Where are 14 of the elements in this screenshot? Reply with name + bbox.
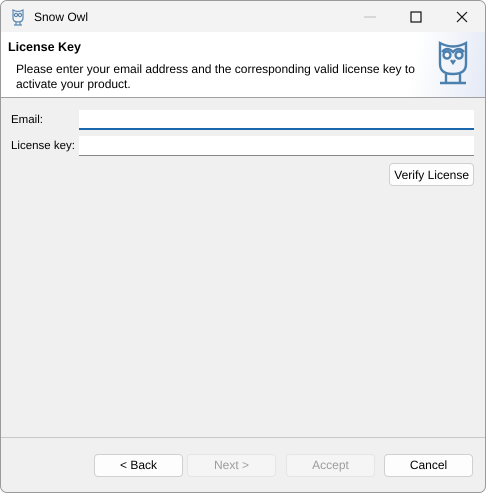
- close-icon[interactable]: [456, 10, 468, 22]
- verify-license-button[interactable]: Verify License: [389, 163, 474, 186]
- maximize-icon[interactable]: [410, 10, 422, 22]
- field-label: Email:: [11, 114, 44, 126]
- owl-icon: [437, 40, 469, 86]
- cancel-button[interactable]: Cancel: [384, 454, 473, 476]
- input-field[interactable]: [79, 110, 474, 130]
- field-label: License key:: [11, 140, 76, 152]
- input-field[interactable]: [79, 136, 474, 156]
- window-title: Snow Owl: [34, 10, 88, 24]
- back-button[interactable]: < Back: [94, 454, 183, 476]
- page-title: License Key: [8, 40, 82, 54]
- owl-icon: [11, 8, 25, 26]
- page-description: Please enter your email address and the corresponding valid license key to activate your product.: [16, 62, 416, 92]
